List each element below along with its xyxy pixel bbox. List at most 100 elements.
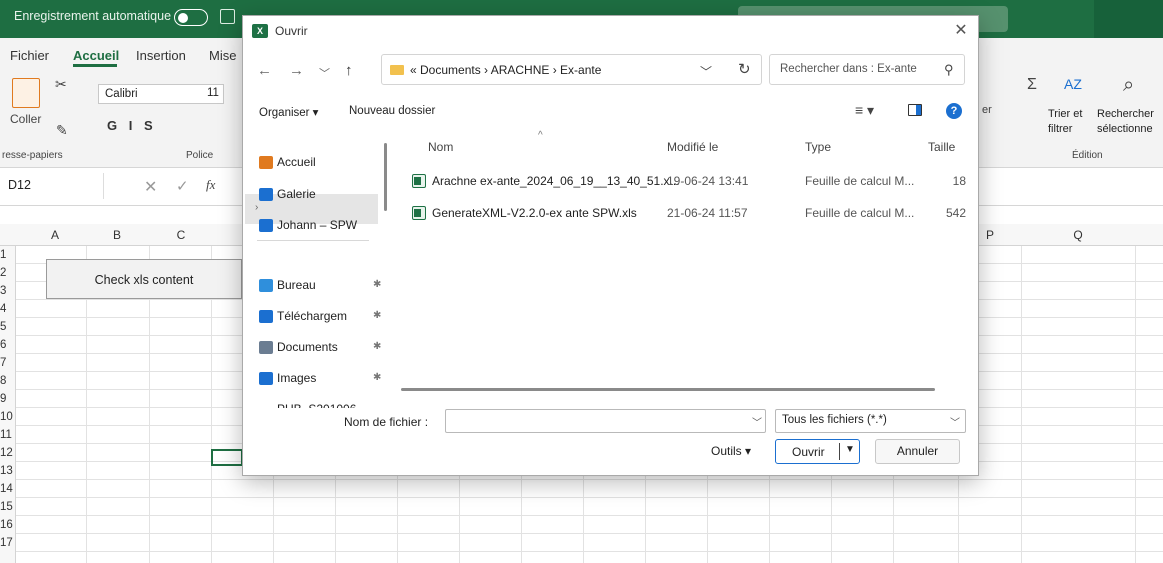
row-header[interactable]: 4 bbox=[0, 301, 14, 317]
refresh-icon[interactable]: ↻ bbox=[738, 60, 751, 78]
cancel-formula-icon[interactable]: ✕ bbox=[144, 177, 157, 197]
row-header[interactable]: 7 bbox=[0, 355, 14, 371]
chevron-down-icon[interactable]: ﹀ bbox=[700, 63, 712, 80]
file-modified: 19-06-24 13:41 bbox=[667, 174, 749, 188]
nav-item[interactable]: Documents ✱ bbox=[259, 340, 381, 354]
chevron-down-icon[interactable]: ﹀ bbox=[752, 414, 762, 429]
pin-icon[interactable]: ✱ bbox=[373, 279, 381, 290]
breadcrumb[interactable]: « Documents › ARACHNE › Ex-ante bbox=[410, 63, 601, 77]
cancel-button[interactable]: Annuler bbox=[875, 439, 960, 464]
column-header-b[interactable]: B bbox=[86, 224, 148, 246]
row-header[interactable]: 10 bbox=[0, 409, 14, 425]
gallery-icon bbox=[259, 188, 273, 201]
tab-accueil[interactable]: Accueil bbox=[73, 48, 119, 63]
new-folder-button[interactable]: Nouveau dossier bbox=[349, 105, 435, 117]
search-icon[interactable]: ⚲ bbox=[944, 62, 954, 78]
tab-mise[interactable]: Mise bbox=[209, 48, 236, 63]
font-size-select[interactable]: 11 bbox=[203, 84, 227, 104]
folder-icon bbox=[390, 65, 404, 75]
sort-filter-label-2[interactable]: filtrer bbox=[1048, 123, 1072, 135]
confirm-formula-icon[interactable]: ✓ bbox=[176, 177, 189, 195]
open-button[interactable]: Ouvrir ▼ bbox=[775, 439, 860, 464]
row-header[interactable]: 13 bbox=[0, 463, 14, 479]
nav-item[interactable]: Accueil bbox=[259, 155, 316, 169]
address-bar[interactable]: « Documents › ARACHNE › Ex-ante ﹀ ↻ bbox=[381, 54, 762, 85]
row-header[interactable]: 14 bbox=[0, 481, 14, 497]
filename-label: Nom de fichier : bbox=[344, 415, 429, 429]
up-arrow-icon[interactable]: ↑ bbox=[345, 62, 353, 79]
sort-filter-label[interactable]: Trier et bbox=[1048, 108, 1082, 120]
row-header[interactable]: 8 bbox=[0, 373, 14, 389]
row-header[interactable]: 2 bbox=[0, 265, 14, 281]
expand-chevron-icon[interactable]: › bbox=[255, 202, 258, 213]
clipboard-group-label: resse-papiers bbox=[2, 150, 63, 161]
view-options-icon[interactable]: ≡ ▾ bbox=[855, 102, 874, 119]
row-header[interactable]: 6 bbox=[0, 337, 14, 353]
row-header[interactable]: 15 bbox=[0, 499, 14, 515]
organize-button[interactable]: Organiser ▾ bbox=[259, 105, 318, 119]
close-icon[interactable]: ✕ bbox=[951, 21, 971, 41]
back-arrow-icon[interactable]: ← bbox=[257, 62, 272, 79]
paste-icon[interactable] bbox=[12, 78, 40, 108]
row-header[interactable]: 1 bbox=[0, 247, 14, 263]
recent-locations-chevron-icon[interactable]: ﹀ bbox=[319, 65, 330, 81]
file-type-select[interactable]: Tous les fichiers (*.*) ﹀ bbox=[775, 409, 966, 433]
file-row[interactable]: GenerateXML-V2.2.0-ex ante SPW.xls 21-06-… bbox=[397, 202, 976, 226]
find-select-label-2[interactable]: sélectionne bbox=[1097, 123, 1153, 135]
images-icon bbox=[259, 372, 273, 385]
column-header-name[interactable]: Nom bbox=[428, 140, 453, 154]
row-header[interactable]: 16 bbox=[0, 517, 14, 533]
forward-arrow-icon[interactable]: → bbox=[289, 62, 304, 79]
selected-cell-d12[interactable] bbox=[211, 449, 243, 466]
open-options-arrow-icon[interactable]: ▼ bbox=[845, 444, 855, 455]
nav-item[interactable]: Bureau ✱ bbox=[259, 278, 381, 292]
fx-icon[interactable]: fx bbox=[206, 177, 215, 193]
save-icon[interactable] bbox=[220, 9, 235, 24]
find-select-label[interactable]: Rechercher bbox=[1097, 108, 1154, 120]
column-header-type[interactable]: Type bbox=[805, 140, 831, 154]
column-header-modified[interactable]: Modifié le bbox=[667, 140, 718, 154]
row-header[interactable]: 9 bbox=[0, 391, 14, 407]
sort-filter-icon[interactable]: AZ bbox=[1064, 76, 1082, 92]
nav-divider bbox=[257, 240, 369, 241]
find-icon[interactable]: ⌕ bbox=[1123, 74, 1134, 97]
column-header-a[interactable]: A bbox=[24, 224, 86, 246]
column-header-size[interactable]: Taille bbox=[928, 140, 955, 154]
paste-label[interactable]: Coller bbox=[10, 112, 41, 126]
search-input[interactable]: Rechercher dans : Ex-ante ⚲ bbox=[769, 54, 965, 85]
account-area[interactable] bbox=[1094, 0, 1163, 38]
row-header[interactable]: 17 bbox=[0, 535, 14, 551]
check-xls-content-button[interactable]: Check xls content bbox=[46, 259, 242, 299]
tab-fichier[interactable]: Fichier bbox=[10, 48, 49, 63]
file-type: Feuille de calcul M... bbox=[805, 206, 915, 220]
pin-icon[interactable]: ✱ bbox=[373, 341, 381, 352]
row-header[interactable]: 3 bbox=[0, 283, 14, 299]
format-painter-icon[interactable]: ✎ bbox=[56, 122, 68, 139]
nav-scrollbar[interactable] bbox=[384, 143, 387, 211]
column-header-c[interactable]: C bbox=[150, 224, 212, 246]
column-header-q[interactable]: Q bbox=[1021, 224, 1135, 246]
cut-icon[interactable]: ✂ bbox=[55, 76, 67, 93]
pin-icon[interactable]: ✱ bbox=[373, 310, 381, 321]
autosave-toggle[interactable] bbox=[174, 9, 208, 26]
filename-input[interactable]: ﹀ bbox=[445, 409, 766, 433]
nav-item[interactable]: PUB_S201006✱ bbox=[277, 402, 356, 408]
tab-insertion[interactable]: Insertion bbox=[136, 48, 186, 63]
nav-item[interactable]: Images ✱ bbox=[259, 371, 381, 385]
row-header[interactable]: 12 bbox=[0, 445, 14, 461]
nav-item[interactable]: Galerie bbox=[259, 187, 316, 201]
row-header[interactable]: 11 bbox=[0, 427, 14, 443]
file-row[interactable]: Arachne ex-ante_2024_06_19__13_40_51.x..… bbox=[397, 170, 976, 194]
name-box[interactable]: D12 bbox=[0, 173, 104, 199]
pin-icon[interactable]: ✱ bbox=[373, 372, 381, 383]
font-style-buttons[interactable]: G I S bbox=[107, 118, 157, 133]
preview-pane-icon[interactable] bbox=[908, 104, 922, 116]
nav-item[interactable]: Johann – SPW bbox=[259, 218, 357, 232]
tools-menu[interactable]: Outils ▾ bbox=[711, 444, 751, 458]
nav-item[interactable]: Téléchargem ✱ bbox=[259, 309, 381, 323]
autosum-icon[interactable]: Σ bbox=[1027, 76, 1037, 94]
row-header[interactable]: 5 bbox=[0, 319, 14, 335]
horizontal-scrollbar[interactable] bbox=[401, 388, 935, 391]
edition-group-label: Édition bbox=[1072, 150, 1103, 161]
help-icon[interactable]: ? bbox=[946, 103, 962, 119]
